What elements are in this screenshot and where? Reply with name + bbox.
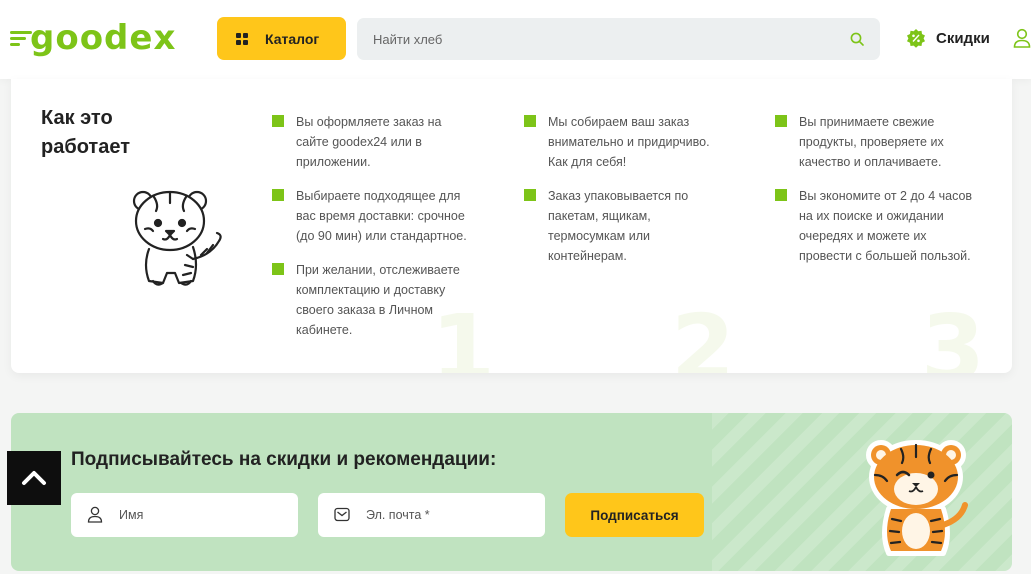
green-square-bullet [524,189,536,201]
green-square-bullet [524,115,536,127]
green-square-bullet [272,115,284,127]
chevron-up-icon [22,471,46,485]
user-icon[interactable] [1013,28,1031,48]
tiger-mascot-winking [866,440,968,556]
step-column-3: Вы принимаете свежие продукты, проверяет… [775,112,975,280]
name-input[interactable] [119,493,289,537]
green-square-bullet [272,189,284,201]
goodex-logo[interactable]: goodex [10,18,175,60]
discount-badge-icon [907,29,925,48]
step-text: Заказ упаковывается по пакетам, ящикам, … [548,189,689,263]
how-it-works-title: Как это работает [41,107,130,158]
list-item: Вы экономите от 2 до 4 часов на их поиск… [775,186,975,266]
search-icon[interactable] [850,32,864,46]
green-square-bullet [775,115,787,127]
name-field [71,493,298,537]
step-number-2: 2 [671,295,736,374]
step-number-3: 3 [921,295,986,374]
step-text: Выбираете подходящее для вас время доста… [296,189,467,243]
step-text: Мы собираем ваш заказ внимательно и прид… [548,115,710,169]
email-field [318,493,545,537]
logo-text: goodex [30,18,177,58]
list-item: Выбираете подходящее для вас время доста… [272,186,472,246]
list-item: Вы оформляете заказ на сайте goodex24 ил… [272,112,472,172]
discounts-label: Скидки [936,29,990,47]
subscribe-section: Подписывайтесь на скидки и рекомендации:… [11,413,1012,571]
catalog-button[interactable]: Каталог [217,17,346,60]
step-text: Вы оформляете заказ на сайте goodex24 ил… [296,115,442,169]
subscribe-title: Подписывайтесь на скидки и рекомендации: [71,449,497,470]
email-input[interactable] [366,493,536,537]
list-item: Мы собираем ваш заказ внимательно и прид… [524,112,724,172]
step-text: Вы экономите от 2 до 4 часов на их поиск… [799,189,973,263]
search-bar [357,18,880,60]
list-item: Вы принимаете свежие продукты, проверяет… [775,112,975,172]
step-column-1: Вы оформляете заказ на сайте goodex24 ил… [272,112,472,354]
site-header: goodex Каталог Скидки [0,0,1031,79]
scroll-to-top-button[interactable] [7,451,61,505]
list-item: При желании, отслеживаете комплектацию и… [272,260,472,340]
discounts-link[interactable]: Скидки [906,28,990,48]
step-column-2: Мы собираем ваш заказ внимательно и прид… [524,112,724,280]
tiger-mascot-outline [132,190,222,286]
list-item: Заказ упаковывается по пакетам, ящикам, … [524,186,724,266]
green-square-bullet [272,263,284,275]
green-square-bullet [775,189,787,201]
logo-speed-lines [10,31,32,47]
search-input[interactable] [373,18,833,60]
step-text: При желании, отслеживаете комплектацию и… [296,263,460,337]
subscribe-button[interactable]: Подписаться [565,493,704,537]
how-it-works-section: Как это работает 1 2 3 Вы оформляете зак… [11,79,1012,373]
user-icon [87,506,103,523]
step-text: Вы принимаете свежие продукты, проверяет… [799,115,944,169]
grid-icon [236,32,248,45]
envelope-icon [334,507,350,522]
catalog-label: Каталог [265,30,320,47]
